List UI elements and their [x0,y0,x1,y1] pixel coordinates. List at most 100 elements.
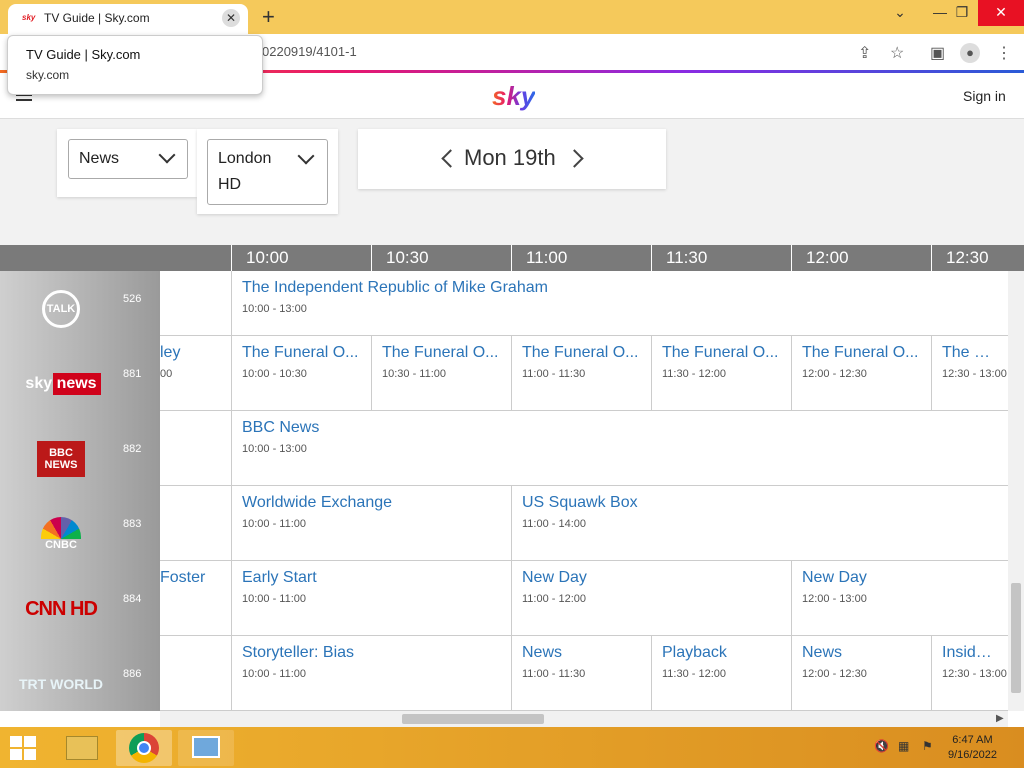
channel-row-cnn[interactable]: CNN HD 884 [0,571,160,646]
programme-cell[interactable]: The Fune 12:30 - 13:00 [931,336,1008,411]
channel-number: 883 [123,518,142,530]
network-icon[interactable]: ▦ [898,739,909,753]
programme-cell[interactable]: Worldwide Exchange 10:00 - 11:00 [231,486,511,561]
remote-desktop-icon[interactable] [178,730,234,766]
programme-cell[interactable]: The Funeral O... 11:00 - 11:30 [511,336,651,411]
horizontal-scroll-thumb[interactable] [402,714,544,724]
time-header-bar: 10:00 10:30 11:00 11:30 12:00 12:30 [0,245,1024,271]
programme-cell[interactable]: The Funeral O... 10:30 - 11:00 [371,336,511,411]
file-explorer-icon[interactable] [54,730,110,766]
programme-cell[interactable]: New Day 11:00 - 12:00 [511,561,791,636]
tab-hover-tooltip: TV Guide | Sky.com sky.com [7,35,263,95]
scroll-right-arrow-icon[interactable]: ▶ [996,713,1004,724]
windows-start-icon[interactable] [10,736,36,760]
programme-grid: The Independent Republic of Mike Graham … [160,271,1008,711]
horizontal-scrollbar[interactable]: ▶ [160,711,1008,727]
address-bar[interactable]: 0220919/4101-1 [262,44,357,59]
programme-cell-partial [160,636,231,711]
chevron-down-icon [158,146,176,164]
browser-tab[interactable]: sky TV Guide | Sky.com ✕ [8,4,248,34]
channel-row-talk[interactable]: TALK 526 [0,271,160,346]
programme-cell[interactable]: Storyteller: Bias 10:00 - 11:00 [231,636,511,711]
programme-cell[interactable]: New Day 12:00 - 13:00 [791,561,1008,636]
channel-row-trt-world[interactable]: TRT WORLD 886 [0,646,160,721]
chrome-icon[interactable] [116,730,172,766]
share-icon[interactable]: ⇪ [858,43,871,63]
channel-row-bbc-news[interactable]: BBC NEWS 882 [0,421,160,496]
volume-muted-icon[interactable]: 🔇 [874,739,889,753]
programme-cell[interactable]: News 11:00 - 11:30 [511,636,651,711]
cnbc-logo: CNBC [16,512,106,556]
programme-cell[interactable]: Inside Ar 12:30 - 13:00 [931,636,1008,711]
time-slot: 10:30 [371,245,511,271]
tab-title: TV Guide | Sky.com [44,11,150,25]
cnn-hd-logo: CNN HD [25,597,98,620]
channel-number: 884 [123,593,142,605]
programme-cell-partial [160,411,231,486]
programme-cell-partial [160,271,231,336]
trt-world-logo: TRT WORLD [19,676,103,692]
restore-icon[interactable]: ❐ [944,0,980,26]
channel-number: 881 [123,368,142,380]
talk-tv-logo: TALK [16,287,106,331]
programme-cell[interactable]: US Squawk Box 11:00 - 14:00 [511,486,1008,561]
genre-select[interactable]: News [68,139,188,179]
taskbar-clock[interactable]: 6:47 AM 9/16/2022 [948,733,997,763]
time-slot: 11:30 [651,245,791,271]
programme-cell[interactable]: The Funeral O... 10:00 - 10:30 [231,336,371,411]
programme-cell[interactable]: The Funeral O... 11:30 - 12:00 [651,336,791,411]
browser-tab-strip: sky TV Guide | Sky.com ✕ + ⌄ — ❐ ✕ [0,0,1024,34]
programme-cell[interactable]: The Funeral O... 12:00 - 12:30 [791,336,931,411]
genre-card: News [57,129,197,197]
genre-select-value: News [79,150,120,167]
vertical-scrollbar[interactable] [1008,271,1024,711]
chevron-right-icon[interactable] [565,149,584,168]
time-slot: 10:00 [231,245,371,271]
tooltip-domain: sky.com [26,68,70,82]
close-tab-icon[interactable]: ✕ [222,9,240,27]
region-card: London HD [197,129,338,214]
channel-number: 526 [123,293,142,305]
window-close-icon[interactable]: ✕ [978,0,1024,26]
region-select[interactable]: London HD [207,139,328,205]
programme-cell-partial[interactable]: ley 00 [160,336,231,411]
channel-row-cnbc[interactable]: CNBC 883 [0,496,160,571]
programme-cell[interactable]: The Independent Republic of Mike Graham … [231,271,1008,336]
channel-number: 886 [123,668,142,680]
sky-news-logo: sky news [16,362,106,406]
clock-time: 6:47 AM [952,734,993,746]
channel-row-sky-news[interactable]: sky news 881 [0,346,160,421]
date-label: Mon 19th [464,145,556,170]
screen: sky TV Guide | Sky.com ✕ + ⌄ — ❐ ✕ 02209… [0,0,1024,768]
chevron-down-icon [297,147,315,165]
region-select-value-line1: London [218,150,272,167]
more-menu-icon[interactable]: ⋮ [996,43,1012,63]
sign-in-link[interactable]: Sign in [963,88,1006,104]
programme-cell[interactable]: BBC News 10:00 - 13:00 [231,411,1008,486]
programme-cell-partial [160,486,231,561]
side-panel-icon[interactable]: ▣ [930,43,945,63]
channel-number: 882 [123,443,142,455]
chevron-left-icon[interactable] [441,149,460,168]
windows-taskbar: 🔇 ▦ ⚑ 6:47 AM 9/16/2022 [0,727,1024,768]
region-select-value-line2: HD [218,176,242,193]
profile-avatar-icon[interactable]: ● [960,43,980,63]
peacock-icon [41,517,81,539]
programme-cell[interactable]: Early Start 10:00 - 11:00 [231,561,511,636]
new-tab-button[interactable]: + [262,4,275,30]
action-center-icon[interactable]: ⚑ [922,739,933,753]
programme-cell[interactable]: News 12:00 - 12:30 [791,636,931,711]
tab-search-chevron-icon[interactable]: ⌄ [882,0,918,26]
programme-cell-partial[interactable]: Foster [160,561,231,636]
channel-column: TALK 526 sky news 881 BBC NEWS 882 CNBC … [0,271,160,711]
date-selector: Mon 19th [358,129,666,189]
vertical-scroll-thumb[interactable] [1011,583,1021,693]
bookmark-star-icon[interactable]: ☆ [890,43,904,63]
bbc-news-logo: BBC NEWS [16,437,106,481]
filters-area: News London HD Mon 19th [0,119,1024,245]
programme-cell[interactable]: Playback 11:30 - 12:00 [651,636,791,711]
sky-logo[interactable]: sky [492,81,535,112]
time-slot: 12:00 [791,245,931,271]
clock-date: 9/16/2022 [948,749,997,761]
time-slot: 11:00 [511,245,651,271]
